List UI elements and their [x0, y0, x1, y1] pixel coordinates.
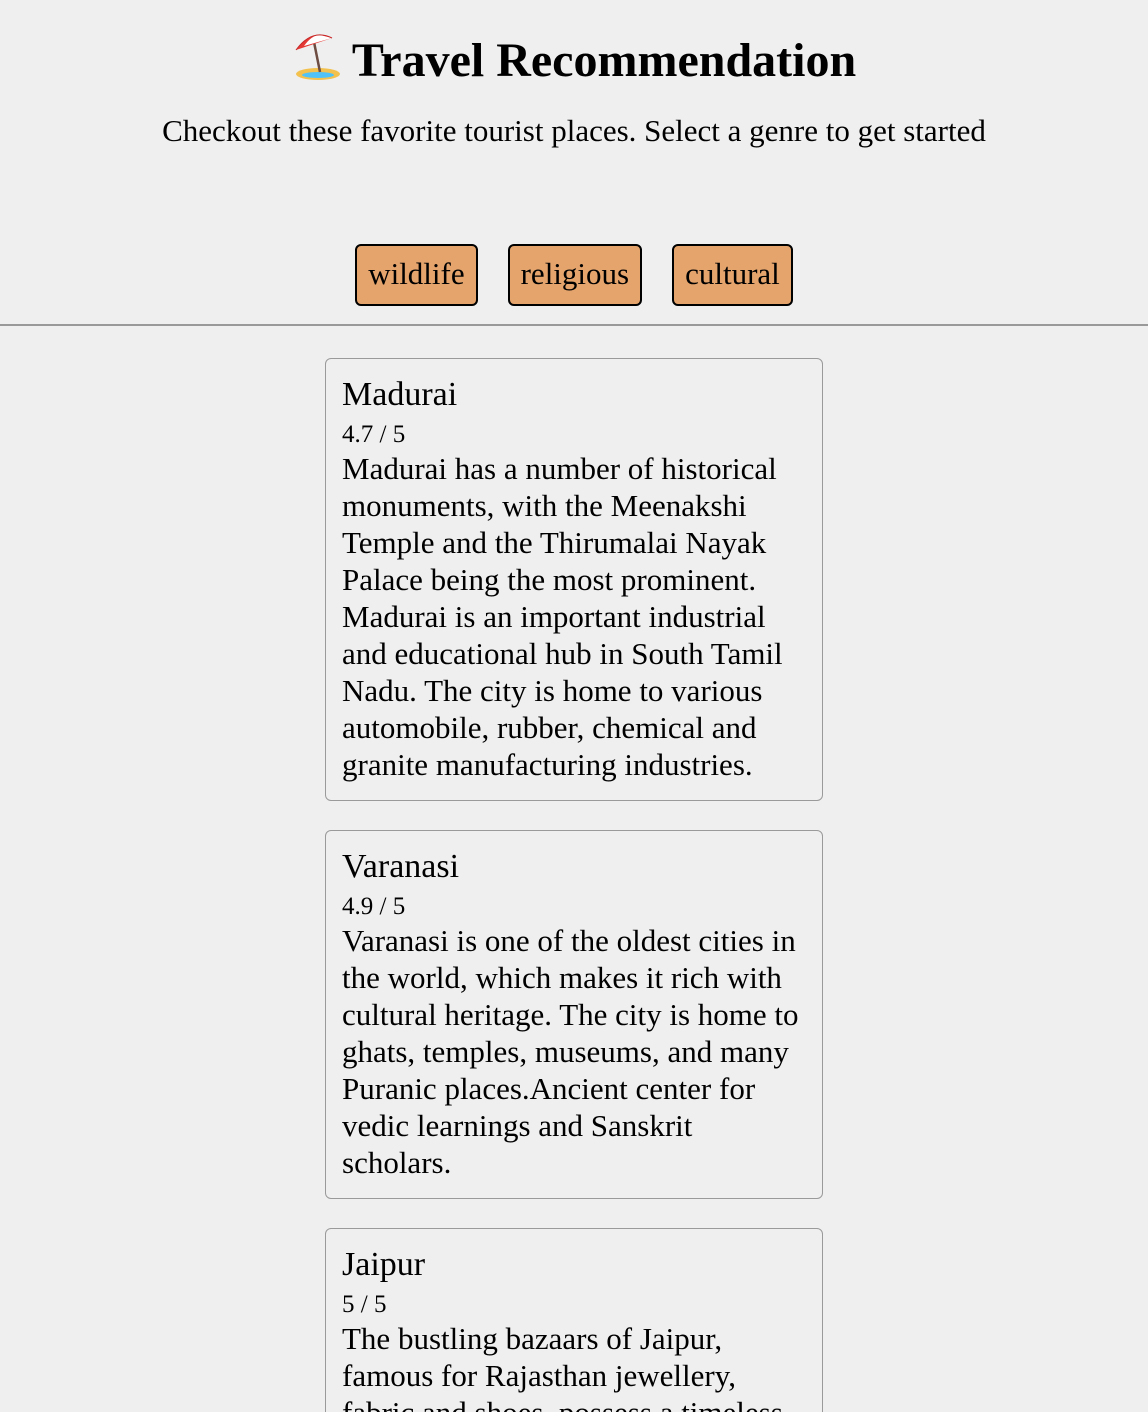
genre-button-cultural[interactable]: cultural — [672, 244, 793, 306]
place-card: Madurai 4.7 / 5 Madurai has a number of … — [325, 358, 823, 801]
place-description: Varanasi is one of the oldest cities in … — [342, 923, 799, 1180]
place-description: Madurai has a number of historical monum… — [342, 451, 783, 782]
genre-button-religious[interactable]: religious — [507, 244, 643, 306]
beach-umbrella-icon — [295, 34, 340, 80]
genre-button-wildlife[interactable]: wildlife — [355, 244, 478, 306]
genre-button-group: wildlife religious cultural — [0, 244, 1148, 306]
place-description: The bustling bazaars of Jaipur, famous f… — [342, 1321, 783, 1412]
place-name: Varanasi — [342, 848, 460, 885]
place-rating: 4.9 / 5 — [342, 893, 406, 920]
place-card: Jaipur 5 / 5 The bustling bazaars of Jai… — [325, 1228, 823, 1412]
place-card: Varanasi 4.9 / 5 Varanasi is one of the … — [325, 830, 823, 1199]
header: Travel Recommendation Checkout these fav… — [0, 0, 1148, 324]
page-title-text: Travel Recommendation — [351, 34, 857, 87]
place-list: Madurai 4.7 / 5 Madurai has a number of … — [325, 326, 823, 1412]
page-subtitle: Checkout these favorite tourist places. … — [162, 113, 986, 148]
place-name: Jaipur — [342, 1246, 426, 1283]
place-name: Madurai — [342, 376, 458, 413]
place-rating: 5 / 5 — [342, 1291, 387, 1318]
place-rating: 4.7 / 5 — [342, 421, 406, 448]
page-title: Travel Recommendation — [0, 0, 1148, 91]
